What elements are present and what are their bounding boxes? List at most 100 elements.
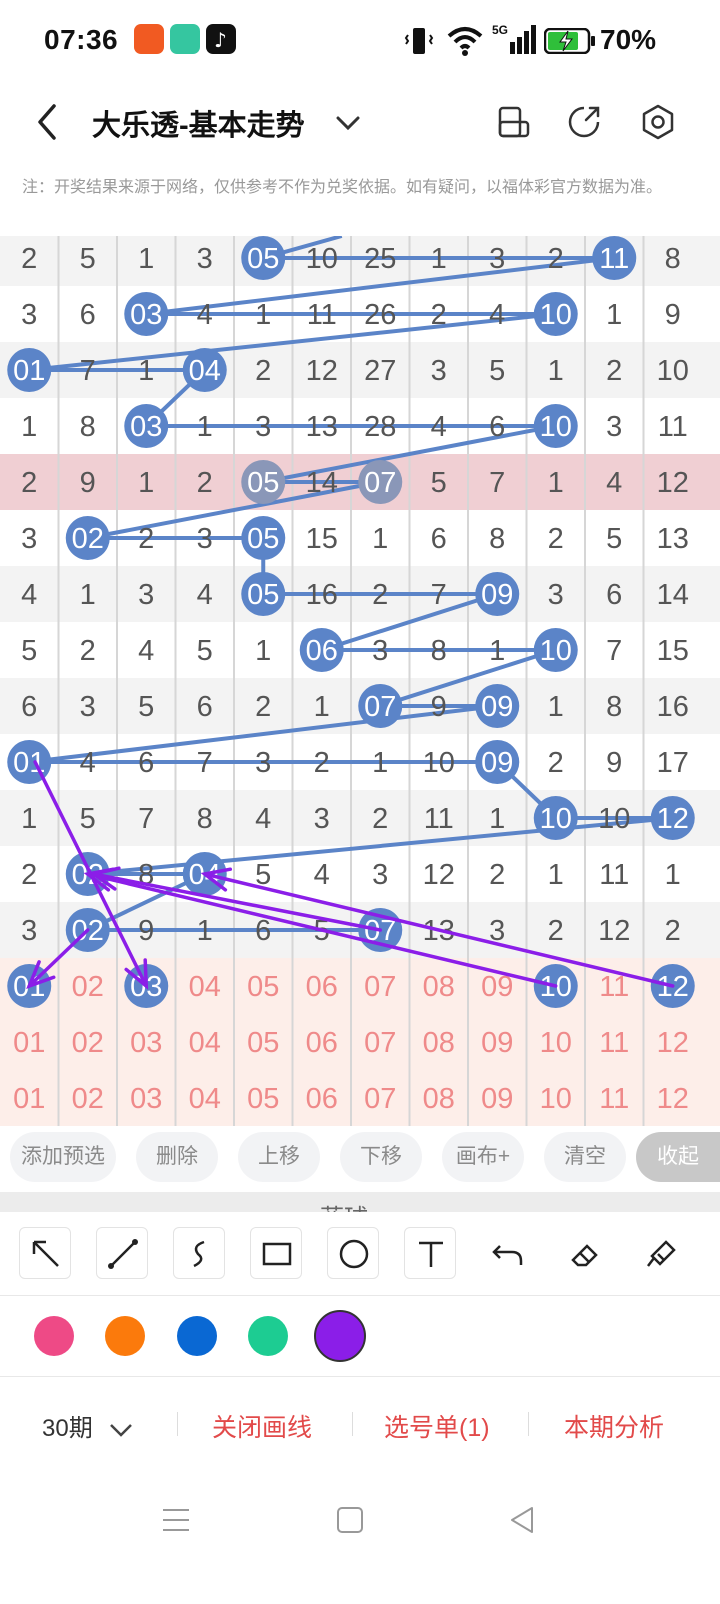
settings-icon[interactable] [636, 100, 680, 144]
ball-number: 06 [306, 635, 338, 667]
omission-value: 7 [80, 355, 96, 387]
action-button-row: 添加预选 删除 上移 下移 画布+ 清空 收起 [0, 1132, 720, 1186]
omission-value: 12 [306, 355, 338, 387]
color-orange[interactable] [105, 1316, 145, 1356]
omission-value: 1 [548, 355, 564, 387]
back-nav-icon[interactable] [506, 1504, 538, 1536]
close-lines-link[interactable]: 关闭画线 [212, 1408, 312, 1444]
eraser-tool[interactable] [558, 1227, 610, 1279]
omission-value: 13 [306, 411, 338, 443]
omission-value: 6 [138, 747, 154, 779]
curve-tool[interactable] [173, 1227, 225, 1279]
period-value: 30期 [42, 1415, 93, 1442]
ball-number: 10 [540, 635, 572, 667]
ball-number: 11 [599, 243, 629, 275]
ball-number: 05 [247, 579, 279, 611]
omission-value: 9 [138, 915, 154, 947]
omission-value: 1 [489, 803, 505, 835]
color-green[interactable] [248, 1316, 288, 1356]
omission-value: 4 [314, 859, 330, 891]
omission-value: 4 [21, 579, 37, 611]
ball-number: 05 [247, 523, 279, 555]
omission-value: 1 [80, 579, 96, 611]
clear-brush-tool[interactable] [635, 1227, 687, 1279]
candidate-number: 09 [481, 1083, 513, 1115]
omission-value: 16 [657, 691, 689, 723]
undo-tool[interactable] [481, 1227, 533, 1279]
eraser-icon [571, 1244, 598, 1267]
page-title[interactable]: 大乐透-基本走势 [92, 102, 305, 144]
app-notification-icon [134, 24, 164, 54]
ball-number: 05 [247, 243, 279, 275]
collapse-button[interactable]: 收起 [636, 1132, 720, 1182]
selection-list-link[interactable]: 选号单(1) [384, 1408, 490, 1444]
omission-value: 2 [431, 299, 447, 331]
move-up-button[interactable]: 上移 [238, 1132, 320, 1182]
candidate-number: 08 [423, 1083, 455, 1115]
omission-value: 8 [197, 803, 213, 835]
canvas-add-button[interactable]: 画布+ [442, 1132, 524, 1182]
omission-value: 1 [138, 467, 154, 499]
color-purple-selected[interactable] [314, 1310, 366, 1362]
candidate-number: 01 [13, 1027, 45, 1059]
tiktok-icon: ♪ [206, 24, 236, 54]
delete-button[interactable]: 删除 [136, 1132, 218, 1182]
omission-value: 1 [665, 859, 681, 891]
candidate-number: 04 [189, 1083, 221, 1115]
text-tool[interactable] [404, 1227, 456, 1279]
home-nav-icon[interactable] [334, 1504, 366, 1536]
add-preselect-button[interactable]: 添加预选 [10, 1132, 116, 1182]
status-time: 07:36 [44, 24, 119, 55]
omission-value: 3 [431, 355, 447, 387]
wifi-icon [447, 27, 483, 56]
move-down-button[interactable]: 下移 [340, 1132, 422, 1182]
period-select[interactable]: 30期 [42, 1408, 135, 1443]
omission-value: 3 [255, 411, 271, 443]
screen-switch-icon[interactable] [492, 100, 536, 144]
omission-value: 4 [489, 299, 505, 331]
omission-value: 10 [657, 355, 689, 387]
share-icon[interactable] [562, 100, 606, 144]
clear-button[interactable]: 清空 [544, 1132, 626, 1182]
divider [352, 1412, 353, 1436]
omission-value: 2 [548, 243, 564, 275]
chevron-down-icon [110, 1423, 133, 1437]
omission-value: 5 [21, 635, 37, 667]
menu-nav-icon[interactable] [160, 1504, 192, 1536]
rectangle-tool[interactable] [250, 1227, 302, 1279]
chevron-down-icon[interactable] [330, 104, 366, 140]
omission-value: 3 [548, 579, 564, 611]
circle-tool[interactable] [327, 1227, 379, 1279]
status-bar: 07:36 ♪ 5G 70% [0, 0, 720, 80]
candidate-number: 02 [72, 1027, 104, 1059]
candidate-number: 07 [364, 1027, 396, 1059]
candidate-number: 02 [72, 971, 104, 1003]
arrow-tool-icon [32, 1240, 59, 1267]
omission-value: 8 [665, 243, 681, 275]
omission-value: 3 [197, 243, 213, 275]
omission-value: 7 [138, 803, 154, 835]
candidate-number: 10 [540, 1083, 572, 1115]
omission-value: 2 [197, 467, 213, 499]
line-tool[interactable] [96, 1227, 148, 1279]
period-analysis-link[interactable]: 本期分析 [564, 1408, 664, 1444]
omission-value: 14 [306, 467, 338, 499]
candidate-number: 11 [599, 1027, 629, 1059]
candidate-number: 12 [657, 1027, 689, 1059]
omission-value: 10 [423, 747, 455, 779]
omission-value: 12 [598, 915, 630, 947]
omission-value: 5 [489, 355, 505, 387]
back-button[interactable] [26, 98, 70, 146]
color-pink[interactable] [34, 1316, 74, 1356]
omission-value: 27 [364, 355, 396, 387]
omission-value: 2 [138, 523, 154, 555]
omission-value: 1 [197, 915, 213, 947]
omission-value: 4 [255, 803, 271, 835]
color-blue[interactable] [177, 1316, 217, 1356]
trend-grid[interactable]: 2 5 1 3 05 10 25 1 3 2 11 8 3 6 03 4 1 11 26 2 4 10 1 9 01 7 1 04 2 1… [0, 236, 720, 1126]
omission-value: 9 [665, 299, 681, 331]
omission-value: 1 [255, 299, 271, 331]
arrow-tool[interactable] [19, 1227, 71, 1279]
omission-value: 26 [364, 299, 396, 331]
candidate-number: 05 [247, 1083, 279, 1115]
